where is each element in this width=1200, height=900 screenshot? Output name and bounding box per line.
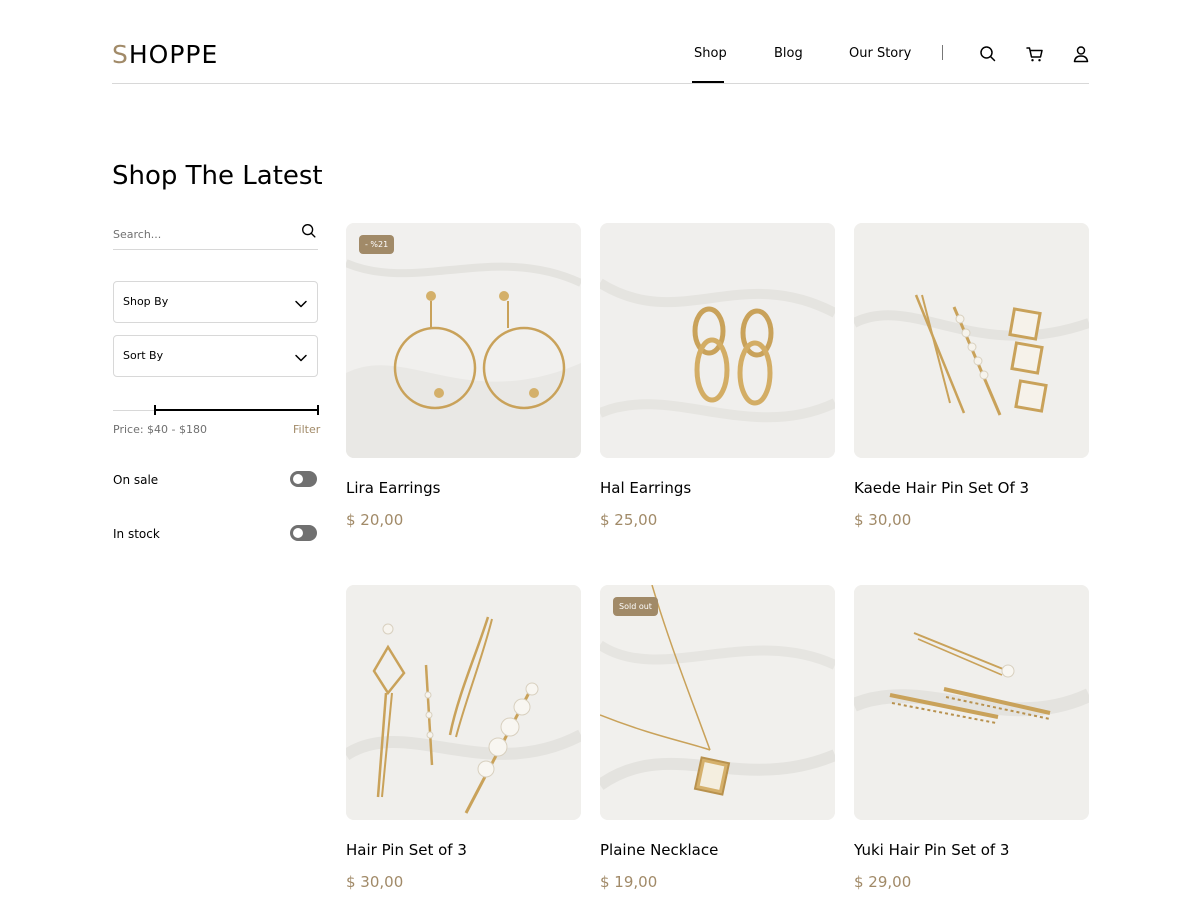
search-icon[interactable] [300,222,318,240]
link-earrings-image [600,223,835,458]
nav-blog[interactable]: Blog [774,45,803,63]
slider-selected-range [154,409,317,411]
price-range-text: Price: $40 - $180 [113,423,207,436]
cart-icon[interactable] [1025,44,1045,64]
product-price: $ 29,00 [854,873,912,891]
pearl-hair-pins-image [346,585,581,820]
product-name[interactable]: Lira Earrings [346,478,440,498]
product-image[interactable]: - %21 [346,223,581,458]
product-price: $ 20,00 [346,511,404,529]
bobby-pins-image [854,585,1089,820]
product-name[interactable]: Hal Earrings [600,478,691,498]
shop-by-select[interactable]: Shop By [113,281,318,323]
logo[interactable]: SHOPPE [112,41,218,69]
nav-divider [942,45,943,60]
necklace-image [600,585,835,820]
product-image[interactable] [854,585,1089,820]
slider-handle-min[interactable] [154,405,156,415]
sort-by-label: Sort By [123,349,164,362]
nav-our-story[interactable]: Our Story [849,45,911,63]
sort-by-select[interactable]: Sort By [113,335,318,377]
product-card[interactable]: Hair Pin Set of 3 $ 30,00 [346,585,581,891]
product-card[interactable]: Sold out Plaine Necklace $ 19,00 [600,585,835,891]
hair-pins-image [854,223,1089,458]
site-header: SHOPPE Shop Blog Our Story [112,0,1089,84]
user-icon[interactable] [1071,44,1091,64]
in-stock-label: In stock [113,527,160,541]
product-card[interactable]: Yuki Hair Pin Set of 3 $ 29,00 [854,585,1089,891]
product-card[interactable]: - %21 Lira Earrings $ 20,00 [346,223,581,529]
toggle-knob [293,474,303,484]
nav-active-indicator [692,81,724,83]
product-card[interactable]: Kaede Hair Pin Set Of 3 $ 30,00 [854,223,1089,529]
chevron-down-icon [294,296,308,310]
on-sale-label: On sale [113,473,159,487]
search-box [113,218,318,250]
product-name[interactable]: Hair Pin Set of 3 [346,840,467,860]
discount-badge: - %21 [359,235,395,254]
chevron-down-icon [294,350,308,364]
toggle-knob [293,528,303,538]
product-image[interactable] [600,223,835,458]
product-image[interactable] [346,585,581,820]
search-icon[interactable] [978,44,998,64]
search-input[interactable] [113,225,293,243]
product-name[interactable]: Plaine Necklace [600,840,718,860]
on-sale-toggle[interactable] [290,471,317,487]
product-card[interactable]: Hal Earrings $ 25,00 [600,223,835,529]
product-name[interactable]: Kaede Hair Pin Set Of 3 [854,478,1029,498]
nav-shop[interactable]: Shop [694,45,727,63]
product-price: $ 30,00 [346,873,404,891]
slider-handle-max[interactable] [317,405,319,415]
price-range-slider[interactable] [113,404,319,416]
page-title: Shop The Latest [112,161,323,191]
in-stock-toggle[interactable] [290,525,317,541]
product-image[interactable]: Sold out [600,585,835,820]
filter-button[interactable]: Filter [293,423,320,437]
product-price: $ 19,00 [600,873,658,891]
product-name[interactable]: Yuki Hair Pin Set of 3 [854,840,1009,860]
product-price: $ 25,00 [600,511,658,529]
shop-by-label: Shop By [123,295,169,308]
product-price: $ 30,00 [854,511,912,529]
product-image[interactable] [854,223,1089,458]
sold-out-badge: Sold out [613,597,658,616]
hoop-earrings-image [346,223,581,458]
